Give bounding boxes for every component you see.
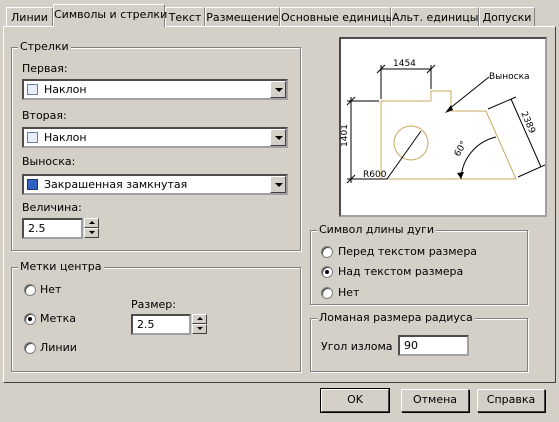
leader-arrow-label: Выноска:: [22, 155, 76, 168]
center-size-stepper[interactable]: [192, 314, 207, 335]
arrow-size-stepper[interactable]: [84, 218, 99, 239]
chevron-down-icon[interactable]: [270, 129, 286, 146]
tab-lines[interactable]: Линии: [6, 7, 53, 26]
dim-left-text: 1401: [341, 124, 350, 147]
arc-above-radio[interactable]: [321, 266, 333, 278]
leader-arrow-select[interactable]: Закрашенная замкнутая: [22, 174, 288, 195]
tab-primary-units[interactable]: Основные единицы: [280, 7, 394, 26]
spin-down-icon[interactable]: [192, 324, 207, 334]
jog-angle-label: Угол излома: [321, 340, 393, 353]
chevron-down-icon[interactable]: [270, 81, 286, 98]
arc-none-radio[interactable]: [321, 287, 333, 299]
arc-length-title: Символ длины дуги: [317, 223, 437, 236]
center-line-radio[interactable]: [24, 342, 36, 354]
first-arrow-select[interactable]: Наклон: [22, 79, 288, 100]
radius-text: R600: [363, 170, 387, 180]
center-size-label: Размер:: [131, 298, 176, 311]
center-none-radio[interactable]: [24, 284, 36, 296]
help-button[interactable]: Справка: [477, 389, 545, 412]
center-marks-title: Метки центра: [18, 260, 104, 273]
center-line-label: Линии: [40, 341, 77, 354]
closed-filled-icon: [27, 179, 38, 190]
center-none-label: Нет: [40, 283, 62, 296]
second-arrow-select[interactable]: Наклон: [22, 127, 288, 148]
arc-preceding-radio[interactable]: [321, 246, 333, 258]
first-arrow-label: Первая:: [22, 62, 68, 75]
spin-down-icon[interactable]: [84, 228, 99, 238]
arc-preceding-label: Перед текстом размера: [338, 245, 478, 258]
dimension-preview: 1454 1401 2389 60° R600 Выноска: [339, 37, 547, 217]
arrowheads-title: Стрелки: [18, 40, 71, 53]
center-mark-radio[interactable]: [24, 313, 36, 325]
chevron-down-icon[interactable]: [270, 176, 286, 193]
second-arrow-value: Наклон: [44, 131, 87, 144]
center-mark-label: Метка: [40, 312, 77, 325]
arc-none-label: Нет: [338, 286, 360, 299]
tab-fit[interactable]: Размещение: [205, 7, 280, 26]
spin-up-icon[interactable]: [84, 218, 99, 228]
arrow-size-label: Величина:: [22, 201, 82, 214]
tab-alternate-units[interactable]: Альт. единицы: [391, 7, 479, 26]
second-arrow-label: Вторая:: [22, 109, 67, 122]
oblique-icon: [27, 84, 38, 95]
dim-top-text: 1454: [393, 59, 416, 69]
tab-text[interactable]: Текст: [165, 7, 205, 26]
first-arrow-value: Наклон: [44, 83, 87, 96]
arrow-size-input[interactable]: 2.5: [22, 218, 83, 239]
tab-symbols-arrows[interactable]: Символы и стрелки: [53, 4, 167, 27]
leader-text: Выноска: [489, 72, 530, 82]
cancel-button[interactable]: Отмена: [401, 389, 469, 412]
radius-jog-title: Ломаная размера радиуса: [317, 311, 475, 324]
arc-above-label: Над текстом размера: [338, 265, 464, 278]
tab-tolerances[interactable]: Допуски: [479, 7, 535, 26]
preview-drawing: 1454 1401 2389 60° R600 Выноска: [340, 59, 546, 184]
oblique-icon: [27, 132, 38, 143]
center-size-input[interactable]: 2.5: [131, 314, 191, 335]
angle-text: 60°: [453, 140, 470, 159]
spin-up-icon[interactable]: [192, 314, 207, 324]
jog-angle-input[interactable]: 90: [398, 335, 469, 356]
leader-arrow-value: Закрашенная замкнутая: [44, 178, 188, 191]
ok-button[interactable]: OK: [320, 388, 390, 413]
